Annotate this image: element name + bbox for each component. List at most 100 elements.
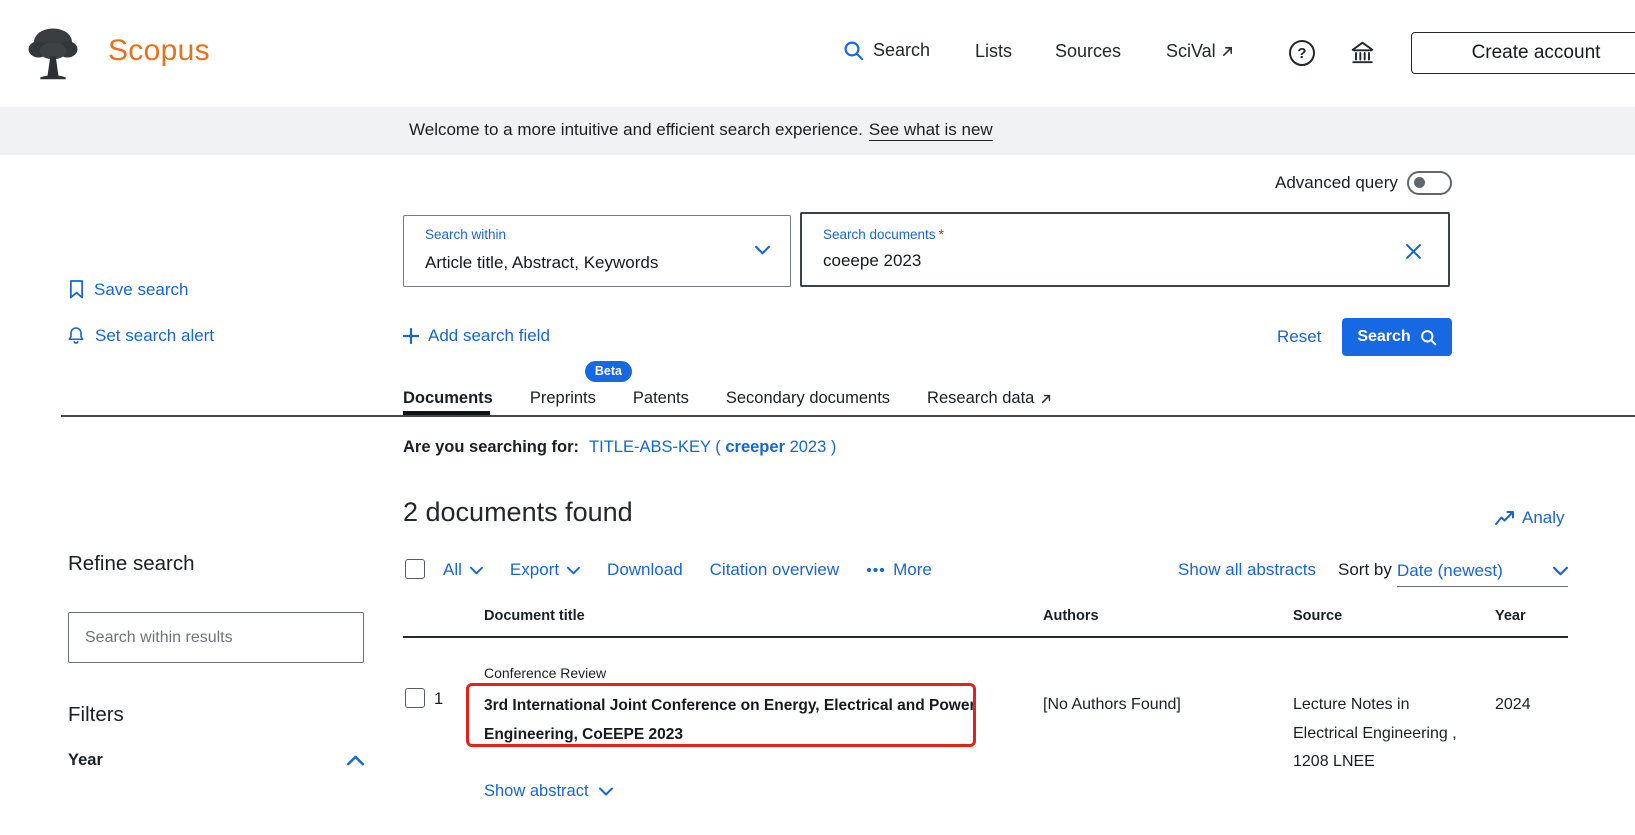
download-button[interactable]: Download: [607, 560, 683, 580]
suggested-query-link[interactable]: TITLE-ABS-KEY ( creeper 2023 ): [589, 438, 836, 457]
tab-preprints-label: Preprints: [530, 389, 596, 407]
chevron-down-icon: [567, 566, 580, 575]
save-search-label: Save search: [94, 280, 189, 300]
nav-search-label: Search: [873, 40, 930, 61]
results-count: 2 documents found: [403, 497, 633, 528]
chevron-up-icon: [347, 755, 364, 766]
row-index: 1: [434, 690, 443, 709]
beta-badge: Beta: [585, 361, 632, 382]
add-search-field-button[interactable]: Add search field: [403, 326, 550, 346]
table-header-divider: [403, 636, 1568, 638]
tab-research-data-label: Research data: [927, 389, 1034, 408]
year-cell: 2024: [1495, 691, 1531, 720]
bell-icon: [66, 325, 86, 346]
search-submit-button[interactable]: Search: [1342, 318, 1452, 356]
query-suggestion: Are you searching for: TITLE-ABS-KEY ( c…: [403, 438, 836, 457]
analyze-results-link[interactable]: Analy: [1495, 508, 1565, 528]
column-header-source: Source: [1293, 608, 1342, 624]
search-documents-label: Search documents*: [823, 227, 944, 242]
suggestion-prefix: Are you searching for:: [403, 438, 579, 457]
results-toolbar: All Export Download Citation overview Mo…: [443, 558, 932, 582]
search-icon: [843, 40, 864, 61]
elsevier-tree-logo: [24, 23, 82, 81]
search-within-select[interactable]: Search within Article title, Abstract, K…: [403, 215, 791, 287]
line-chart-icon: [1495, 510, 1515, 527]
sort-dropdown[interactable]: Date (newest): [1397, 556, 1568, 587]
advanced-query-toggle[interactable]: [1407, 171, 1452, 195]
more-label: More: [893, 560, 932, 580]
select-all-label: All: [443, 560, 462, 580]
scopus-page: Scopus Search Lists Sources SciVal ? Cre…: [0, 0, 1635, 835]
search-button-magnifier-icon: [1420, 329, 1437, 346]
ellipsis-icon: [866, 567, 885, 573]
citation-overview-button[interactable]: Citation overview: [710, 560, 839, 580]
set-search-alert-button[interactable]: Set search alert: [66, 325, 214, 346]
nav-sources[interactable]: Sources: [1055, 41, 1121, 62]
advanced-query-label: Advanced query: [1275, 173, 1398, 193]
more-dropdown[interactable]: More: [866, 560, 932, 580]
result-tabs: Documents Preprints Beta Patents Seconda…: [403, 389, 1052, 408]
sort-by-label: Sort by: [1338, 560, 1392, 580]
external-link-icon: [1221, 45, 1234, 58]
export-label: Export: [510, 560, 559, 580]
column-header-year: Year: [1495, 608, 1526, 624]
filter-year-toggle[interactable]: Year: [68, 751, 364, 770]
reset-button[interactable]: Reset: [1277, 327, 1321, 347]
search-documents-input[interactable]: [823, 251, 1363, 271]
search-within-label: Search within: [425, 227, 506, 242]
show-all-abstracts-button[interactable]: Show all abstracts: [1178, 560, 1316, 580]
required-asterisk: *: [939, 227, 944, 242]
search-button-label: Search: [1357, 328, 1410, 346]
sort-value: Date (newest): [1397, 561, 1503, 581]
plus-icon: [403, 328, 419, 344]
select-all-checkbox[interactable]: [405, 559, 425, 579]
chevron-down-icon: [599, 787, 613, 796]
active-tab-underline: [403, 411, 490, 415]
row-checkbox[interactable]: [405, 688, 425, 708]
brand-wordmark: Scopus: [108, 34, 210, 68]
tabs-divider: [61, 415, 1635, 417]
institution-icon[interactable]: [1349, 40, 1376, 66]
show-abstract-button[interactable]: Show abstract: [484, 782, 613, 801]
query-term: creeper: [725, 438, 785, 456]
query-pre: TITLE-ABS-KEY (: [589, 438, 725, 456]
analyze-results-label: Analy: [1522, 508, 1565, 528]
welcome-banner: Welcome to a more intuitive and efficien…: [0, 107, 1635, 155]
clear-input-icon[interactable]: [1405, 243, 1422, 260]
search-documents-label-text: Search documents: [823, 227, 936, 242]
tab-documents[interactable]: Documents: [403, 389, 493, 408]
search-within-results-input[interactable]: [68, 612, 364, 663]
filters-heading: Filters: [68, 703, 124, 727]
nav-scival[interactable]: SciVal: [1166, 41, 1234, 62]
authors-cell: [No Authors Found]: [1043, 691, 1181, 720]
column-header-title: Document title: [484, 608, 585, 624]
chevron-down-icon: [1553, 566, 1568, 576]
tab-research-data[interactable]: Research data: [927, 389, 1052, 408]
export-dropdown[interactable]: Export: [510, 560, 580, 580]
document-title-link[interactable]: 3rd International Joint Conference on En…: [484, 691, 984, 749]
search-within-value: Article title, Abstract, Keywords: [425, 253, 658, 273]
source-cell: Lecture Notes in Electrical Engineering …: [1293, 691, 1469, 777]
see-what-is-new-link[interactable]: See what is new: [869, 120, 993, 140]
select-all-dropdown[interactable]: All: [443, 560, 483, 580]
document-type: Conference Review: [484, 665, 606, 681]
set-search-alert-label: Set search alert: [95, 326, 214, 346]
save-search-button[interactable]: Save search: [68, 279, 189, 300]
help-icon[interactable]: ?: [1289, 40, 1315, 66]
nav-search[interactable]: Search: [843, 40, 930, 61]
tab-patents[interactable]: Patents: [633, 389, 689, 408]
refine-search-heading: Refine search: [68, 552, 194, 576]
external-link-icon: [1040, 393, 1052, 405]
query-post: 2023 ): [785, 438, 836, 456]
search-documents-field[interactable]: Search documents*: [800, 212, 1450, 287]
create-account-button[interactable]: Create account: [1411, 32, 1635, 74]
nav-lists[interactable]: Lists: [975, 41, 1012, 62]
show-abstract-label: Show abstract: [484, 782, 589, 801]
bookmark-icon: [68, 279, 85, 300]
chevron-down-icon: [470, 566, 483, 575]
tab-preprints[interactable]: Preprints Beta: [530, 389, 596, 408]
column-header-authors: Authors: [1043, 608, 1099, 624]
nav-scival-label: SciVal: [1166, 41, 1216, 62]
tab-secondary-documents[interactable]: Secondary documents: [726, 389, 890, 408]
chevron-down-icon: [755, 245, 770, 255]
